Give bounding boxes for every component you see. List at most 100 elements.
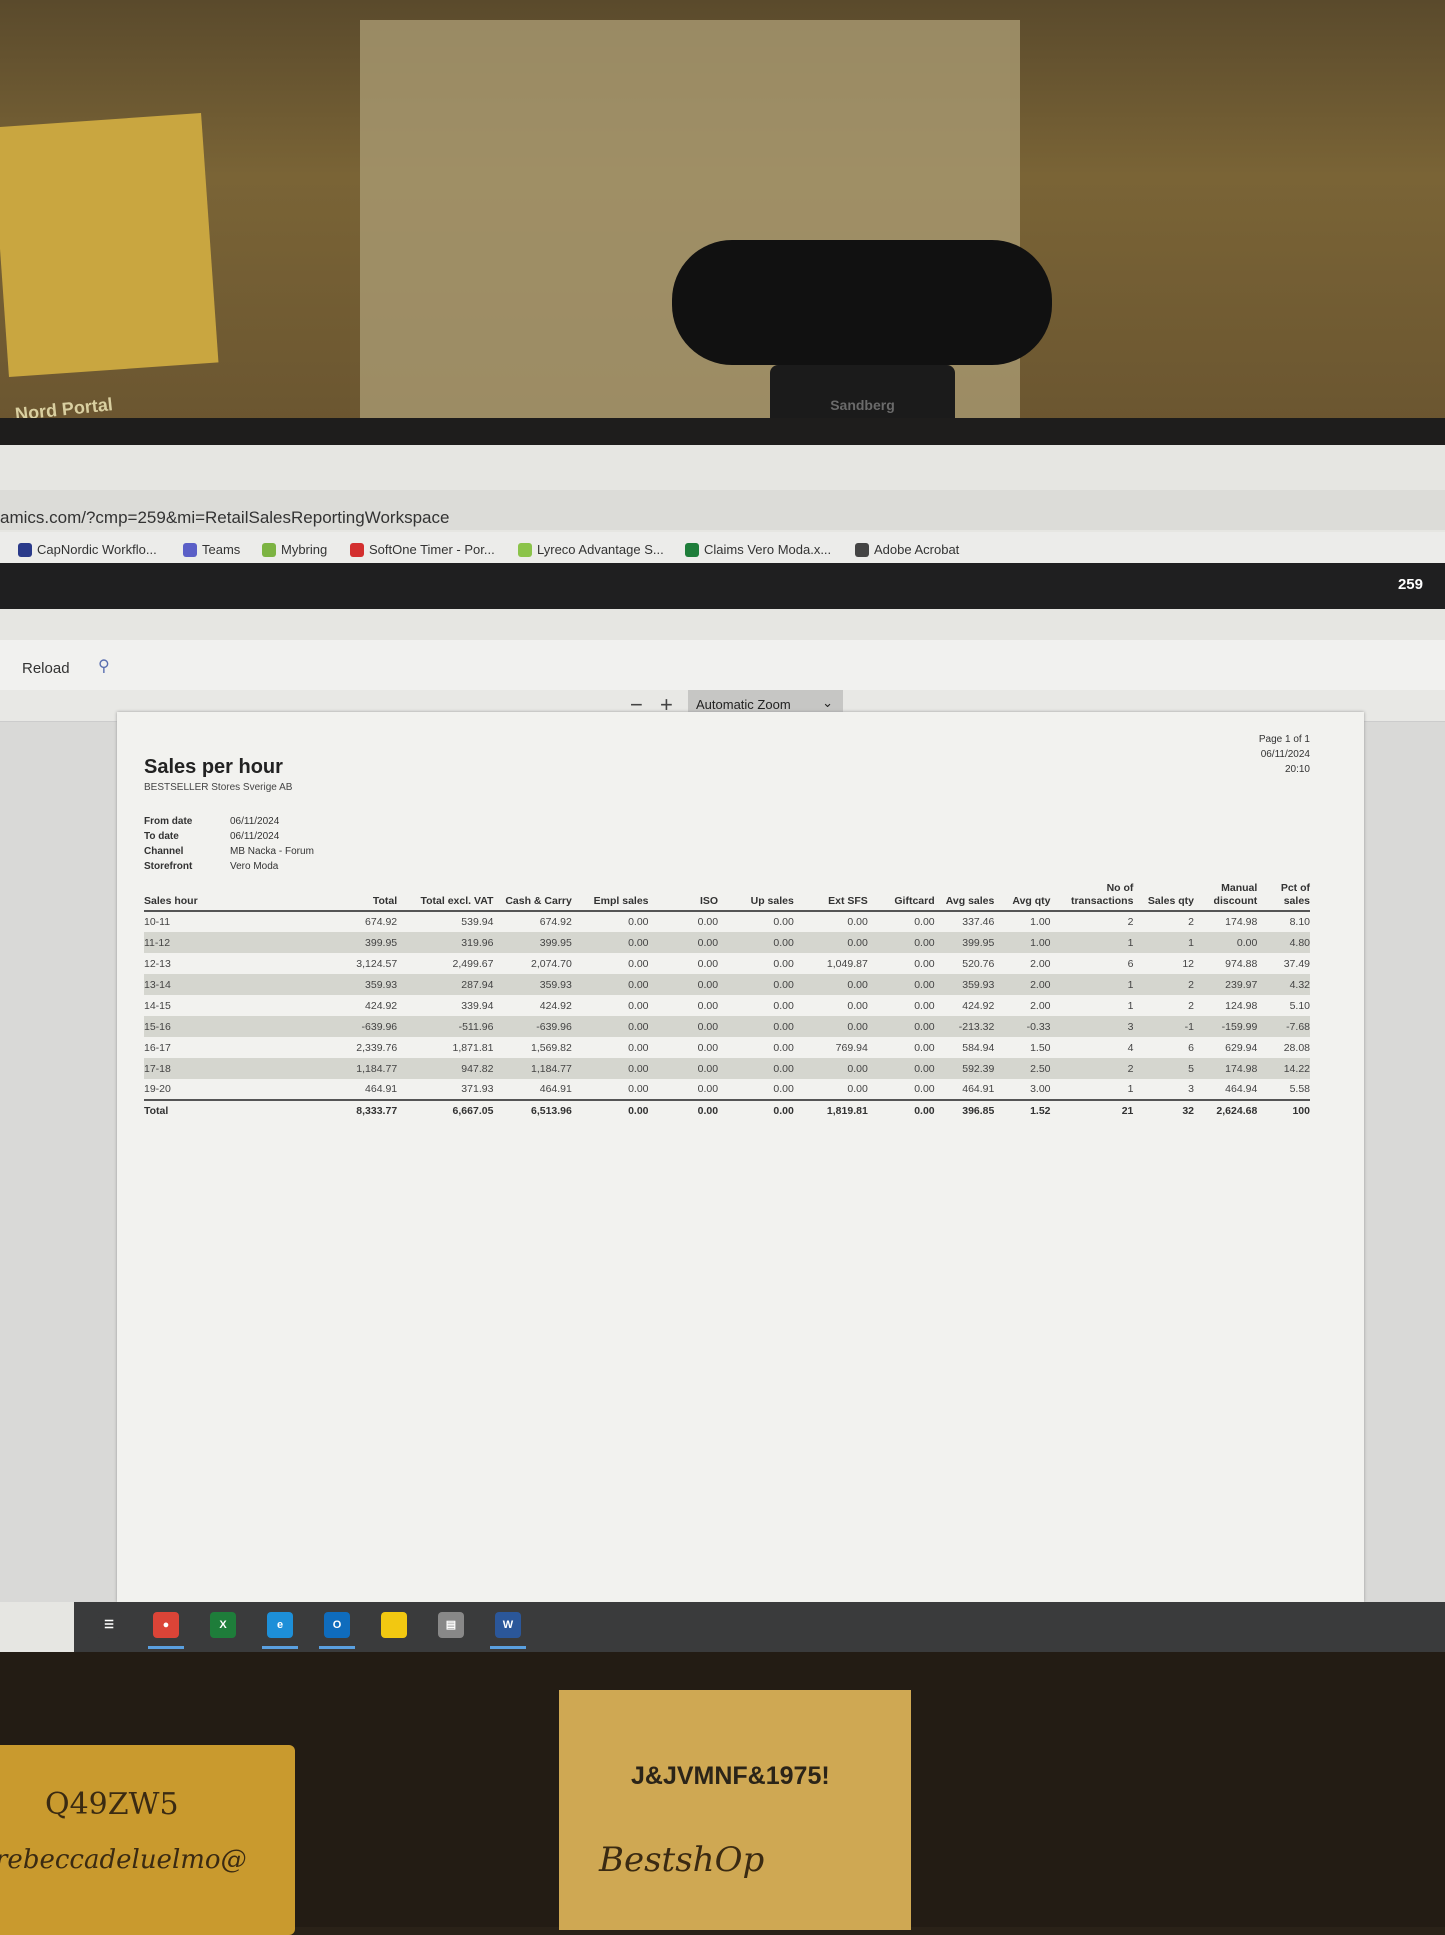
parameter-row: To date 06/11/2024 [144, 829, 314, 844]
bookmark-2[interactable]: Mybring [262, 542, 327, 557]
search-icon[interactable]: ⚲ [98, 656, 110, 676]
header-line-2: Ext SFS [828, 895, 868, 907]
mybring-icon [262, 542, 276, 557]
bookmark-label: Teams [202, 542, 241, 557]
table-cell: 0.00 [773, 957, 794, 970]
table-cell: 592.39 [934, 1058, 995, 1079]
reload-button[interactable]: Reload [22, 660, 70, 677]
header-line-2: Up sales [750, 895, 794, 907]
column-header: Pct of sales [1257, 880, 1310, 912]
bookmark-3[interactable]: SoftOne Timer - Por... [350, 542, 495, 557]
table-cell: 0.00 [914, 1041, 935, 1054]
table-header: Sales hour Total Total excl. VAT Cash & Car… [144, 880, 1310, 912]
table-cell: 0.00 [773, 999, 794, 1012]
webcam [672, 240, 1052, 365]
table-cell: 12 [1182, 957, 1195, 970]
print-date: 06/11/2024 [1260, 749, 1310, 760]
table-cell: 4 [1127, 1041, 1134, 1054]
table-cell: 337.46 [962, 916, 995, 928]
task-view-icon[interactable]: ☰ [96, 1612, 122, 1638]
table-cell: 2 [1188, 999, 1195, 1012]
table-cell: -511.96 [397, 1016, 494, 1037]
bookmark-0[interactable]: CapNordic Workflo... [18, 542, 157, 557]
table-cell: 0.00 [718, 1016, 794, 1037]
company-code[interactable]: 259 [1398, 576, 1423, 593]
table-cell: -7.68 [1257, 1016, 1310, 1037]
parameter-label: From date [144, 816, 193, 827]
table-cell: 0.00 [867, 1016, 935, 1037]
note-email: rebeccadeluelmo@ [0, 1845, 247, 1875]
parameter-value: MB Nacka - Forum [230, 846, 314, 857]
parameter-row: Storefront Vero Moda [144, 859, 314, 874]
printer-app-icon[interactable]: ▤ [438, 1612, 464, 1638]
sticky-notes-icon[interactable] [381, 1612, 407, 1638]
table-cell: 0.00 [914, 999, 935, 1012]
table-cell: 17-18 [144, 1058, 271, 1079]
table-cell: 1 [1050, 932, 1134, 953]
sticky-note-left: Q49ZW5 rebeccadeluelmo@ [0, 1745, 295, 1935]
table-cell: -639.96 [270, 1016, 398, 1037]
table-cell: 0.00 [914, 1083, 935, 1095]
table-cell: 1.50 [1030, 1041, 1051, 1054]
header-line-2: Sales hour [144, 895, 198, 907]
table-cell: 2,339.76 [356, 1041, 398, 1054]
parameter-label: Storefront [144, 861, 193, 872]
table-cell: 0.00 [1194, 932, 1258, 953]
column-header: No of transactions [1050, 880, 1134, 912]
total-row: Total 8,333.77 6,667.05 6,513.96 0.00 0.00 0.0… [144, 1099, 1310, 1121]
table-cell: 674.92 [365, 916, 398, 928]
table-cell: 0.00 [773, 916, 794, 928]
column-header: Manual discount [1194, 880, 1258, 912]
lyreco-icon [518, 542, 532, 557]
excel-icon[interactable]: X [210, 1612, 236, 1638]
word-icon[interactable]: W [495, 1612, 521, 1638]
table-cell: 16-17 [144, 1041, 171, 1054]
report-parameters: From date 06/11/2024 To date 06/11/2024 Chan… [144, 814, 314, 874]
table-cell: 0.00 [847, 999, 868, 1012]
table-cell: 0.00 [718, 932, 794, 953]
note-password: J&JVMNF&1975! [631, 1762, 830, 1790]
table-cell: 947.82 [397, 1058, 494, 1079]
chrome-icon[interactable]: ● [153, 1612, 179, 1638]
bookmark-4[interactable]: Lyreco Advantage S... [518, 542, 664, 557]
table-cell: 0.00 [571, 1058, 649, 1079]
table-cell: 0.00 [648, 974, 719, 995]
table-cell: 359.93 [493, 974, 572, 995]
table-cell: 0.00 [628, 1041, 649, 1054]
column-header: Ext SFS [793, 880, 868, 912]
parameter-value: 06/11/2024 [230, 831, 280, 842]
outlook-icon[interactable]: O [324, 1612, 350, 1638]
column-header: Avg sales [934, 880, 995, 912]
table-cell: 520.76 [962, 957, 995, 970]
table-cell: 2,074.70 [530, 957, 572, 970]
bookmark-5[interactable]: Claims Vero Moda.x... [685, 542, 831, 557]
total-cell: 2,624.68 [1194, 1099, 1258, 1121]
table-row: 10-11 674.92 539.94 674.92 0.00 0.00 0.00 0.00 0… [144, 911, 1310, 932]
address-bar[interactable]: amics.com/?cmp=259&mi=RetailSalesReporti… [0, 490, 1445, 530]
table-cell: 1.00 [1030, 916, 1051, 928]
bookmark-label: Claims Vero Moda.x... [704, 542, 832, 557]
table-cell: 0.00 [793, 1016, 868, 1037]
active-indicator [490, 1646, 526, 1649]
url-text[interactable]: amics.com/?cmp=259&mi=RetailSalesReporti… [0, 508, 449, 527]
bookmark-1[interactable]: Teams [183, 542, 240, 557]
table-row: 17-18 1,184.77 947.82 1,184.77 0.00 0.00 0.00 0… [144, 1058, 1310, 1079]
table-cell: 0.00 [648, 932, 719, 953]
bookmark-6[interactable]: Adobe Acrobat [855, 542, 959, 557]
table-cell: 0.00 [697, 1041, 719, 1054]
table-cell: 0.00 [847, 1083, 868, 1095]
header-line-2: Cash & Carry [505, 895, 572, 907]
table-row: 11-12 399.95 319.96 399.95 0.00 0.00 0.00 0.00 0… [144, 932, 1310, 953]
note-handwritten: BestshOp [599, 1840, 765, 1880]
header-line-2: Avg qty [1012, 895, 1051, 907]
table-cell: 0.00 [628, 999, 649, 1012]
sticky-note-right: J&JVMNF&1975! BestshOp [559, 1690, 911, 1930]
edge-icon[interactable]: e [267, 1612, 293, 1638]
table-cell: 287.94 [397, 974, 494, 995]
table-cell: 0.00 [628, 1083, 649, 1095]
table-cell: 0.00 [718, 1058, 794, 1079]
table-cell: 1,184.77 [270, 1058, 398, 1079]
table-cell: 464.91 [539, 1083, 572, 1095]
table-cell: 399.95 [934, 932, 995, 953]
total-cell: 0.00 [648, 1099, 719, 1121]
